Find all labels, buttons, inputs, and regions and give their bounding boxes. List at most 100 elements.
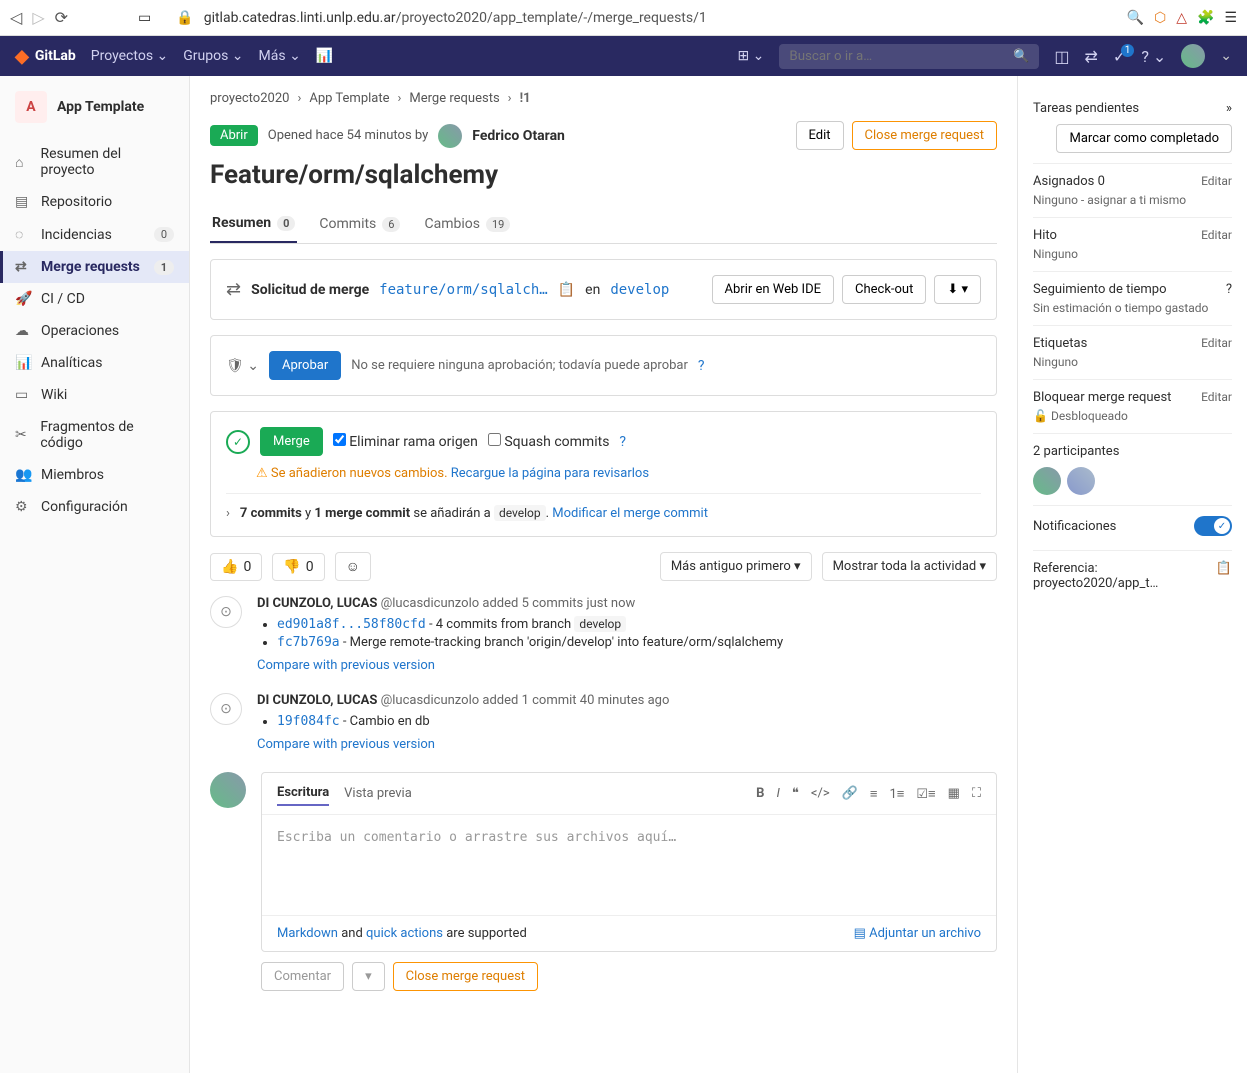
tab-write[interactable]: Escritura <box>277 781 329 806</box>
reload-icon[interactable]: ⟳ <box>55 8 68 27</box>
edit-lock[interactable]: Editar <box>1201 390 1232 405</box>
table-icon[interactable]: ▦ <box>948 786 960 802</box>
commit-sha[interactable]: fc7b769a <box>277 635 340 650</box>
commit-sha[interactable]: 19f084fc <box>277 714 340 729</box>
crumb-app[interactable]: App Template <box>309 91 389 106</box>
sidebar-item-merge-requests[interactable]: ⇄Merge requests1 <box>0 251 189 283</box>
comment-button[interactable]: Comentar <box>261 962 344 991</box>
help-icon[interactable]: ? <box>1226 282 1232 297</box>
checkout-button[interactable]: Check-out <box>842 275 926 304</box>
sidebar-item-repository[interactable]: ▤Repositorio <box>0 186 189 218</box>
ol-icon[interactable]: 1≡ <box>889 786 904 802</box>
chevron-right-icon[interactable]: › <box>226 506 230 521</box>
activity-icon[interactable]: 📊 <box>316 48 333 64</box>
comment-textarea[interactable]: Escriba un comentario o arrastre sus arc… <box>262 815 996 915</box>
commit-sha[interactable]: ed901a8f...58f80cfd <box>277 617 426 632</box>
activity-dropdown[interactable]: Mostrar toda la actividad ▾ <box>822 552 997 581</box>
copy-reference-icon[interactable]: 📋 <box>1216 561 1232 591</box>
crumb-mrs[interactable]: Merge requests <box>409 91 499 106</box>
close-mr-button-2[interactable]: Close merge request <box>393 962 538 991</box>
emoji-button[interactable]: ☺ <box>335 552 371 581</box>
attach-file-link[interactable]: ▤ Adjuntar un archivo <box>854 926 981 941</box>
nav-mas[interactable]: Más ⌄ <box>259 48 301 64</box>
edit-milestone[interactable]: Editar <box>1201 228 1232 243</box>
zoom-icon[interactable]: 🔍 <box>1127 10 1144 26</box>
edit-button[interactable]: Edit <box>796 121 844 150</box>
crumb-project[interactable]: proyecto2020 <box>210 91 289 106</box>
brand-label[interactable]: GitLab <box>35 48 76 64</box>
thumbs-down-button[interactable]: 👎 0 <box>272 553 324 581</box>
code-icon[interactable]: </> <box>811 786 830 802</box>
webide-button[interactable]: Abrir en Web IDE <box>712 275 834 304</box>
fullscreen-icon[interactable]: ⛶ <box>972 786 981 802</box>
close-mr-button[interactable]: Close merge request <box>852 121 997 150</box>
squash-checkbox[interactable]: Squash commits <box>488 433 610 450</box>
task-icon[interactable]: ☑≡ <box>916 786 935 802</box>
sidebar-item-settings[interactable]: ⚙Configuración <box>0 491 189 523</box>
forward-icon[interactable]: ▷ <box>32 8 44 27</box>
collapse-icon[interactable]: » <box>1226 101 1232 116</box>
tab-commits[interactable]: Commits6 <box>317 205 402 243</box>
target-branch[interactable]: develop <box>610 282 669 298</box>
mr-icon[interactable]: ⇄ <box>1085 47 1098 66</box>
extensions-icon[interactable]: 🧩 <box>1197 10 1214 26</box>
sidebar-item-cicd[interactable]: 🚀CI / CD <box>0 283 189 315</box>
source-branch[interactable]: feature/orm/sqlalch… <box>379 282 548 298</box>
user-avatar[interactable] <box>1181 44 1205 68</box>
thumbs-up-button[interactable]: 👍 0 <box>210 553 262 581</box>
tab-resumen[interactable]: Resumen0 <box>210 205 297 243</box>
quote-icon[interactable]: ❝ <box>792 786 799 802</box>
tab-cambios[interactable]: Cambios19 <box>422 205 512 243</box>
sidebar-item-wiki[interactable]: ▭Wiki <box>0 379 189 411</box>
sidebar-item-operations[interactable]: ☁Operaciones <box>0 315 189 347</box>
project-name[interactable]: App Template <box>57 99 144 115</box>
help-icon[interactable]: ? <box>698 358 705 374</box>
issues-icon[interactable]: ◫ <box>1054 47 1069 66</box>
sidebar-item-issues[interactable]: ◌Incidencias0 <box>0 218 189 251</box>
menu-icon[interactable]: ☰ <box>1224 10 1237 26</box>
compare-link[interactable]: Compare with previous version <box>257 737 997 752</box>
sidebar-item-analytics[interactable]: 📊Analíticas <box>0 347 189 379</box>
reload-link[interactable]: Recargue la página para revisarlos <box>451 466 649 481</box>
assign-self-link[interactable]: Ninguno - asignar a ti mismo <box>1033 193 1232 207</box>
participant-avatar[interactable] <box>1067 467 1095 495</box>
sidebar-item-snippets[interactable]: ✂Fragmentos de código <box>0 411 189 459</box>
download-button[interactable]: ⬇ ▾ <box>934 275 981 304</box>
timeline-author[interactable]: DI CUNZOLO, LUCAS <box>257 693 377 708</box>
plus-icon[interactable]: ⊞ ⌄ <box>737 48 764 64</box>
merge-button[interactable]: Merge <box>260 427 323 456</box>
nav-grupos[interactable]: Grupos ⌄ <box>183 48 243 64</box>
author-name[interactable]: Fedrico Otaran <box>472 128 565 144</box>
nav-proyectos[interactable]: Proyectos ⌄ <box>91 48 168 64</box>
modify-commit-link[interactable]: Modificar el merge commit <box>552 506 708 521</box>
help-icon[interactable]: ? ⌄ <box>1141 47 1166 66</box>
sidebar-item-overview[interactable]: ⌂Resumen del proyecto <box>0 138 189 186</box>
delete-source-checkbox[interactable]: Eliminar rama origen <box>333 433 478 450</box>
shield-icon[interactable]: ⬡ <box>1154 10 1166 26</box>
italic-icon[interactable]: I <box>776 786 779 802</box>
compare-link[interactable]: Compare with previous version <box>257 658 997 673</box>
mark-done-button[interactable]: Marcar como completado <box>1056 124 1232 153</box>
triangle-icon[interactable]: △ <box>1176 10 1187 26</box>
edit-labels[interactable]: Editar <box>1201 336 1232 351</box>
participant-avatar[interactable] <box>1033 467 1061 495</box>
timeline-author[interactable]: DI CUNZOLO, LUCAS <box>257 596 377 611</box>
clipboard-icon[interactable]: 📋 <box>558 282 575 298</box>
sort-dropdown[interactable]: Más antiguo primero ▾ <box>660 552 812 581</box>
tab-preview[interactable]: Vista previa <box>344 782 412 805</box>
bold-icon[interactable]: B <box>756 786 764 802</box>
bookmark-icon[interactable]: ▭ <box>138 10 151 26</box>
sidebar-item-members[interactable]: 👥Miembros <box>0 459 189 491</box>
ul-icon[interactable]: ≡ <box>870 786 878 802</box>
approve-button[interactable]: Aprobar <box>269 351 341 380</box>
todos-icon[interactable]: ✓1 <box>1113 47 1126 66</box>
author-avatar[interactable] <box>438 124 462 148</box>
back-icon[interactable]: ◁ <box>10 8 22 27</box>
notifications-toggle[interactable] <box>1194 516 1232 536</box>
help-icon[interactable]: ? <box>619 434 626 450</box>
comment-dropdown[interactable]: ▾ <box>352 962 385 991</box>
edit-assignees[interactable]: Editar <box>1201 174 1232 189</box>
link-icon[interactable]: 🔗 <box>842 786 858 802</box>
search-input[interactable]: 🔍 <box>779 44 1039 69</box>
url-bar[interactable]: gitlab.catedras.linti.unlp.edu.ar/proyec… <box>204 10 707 26</box>
